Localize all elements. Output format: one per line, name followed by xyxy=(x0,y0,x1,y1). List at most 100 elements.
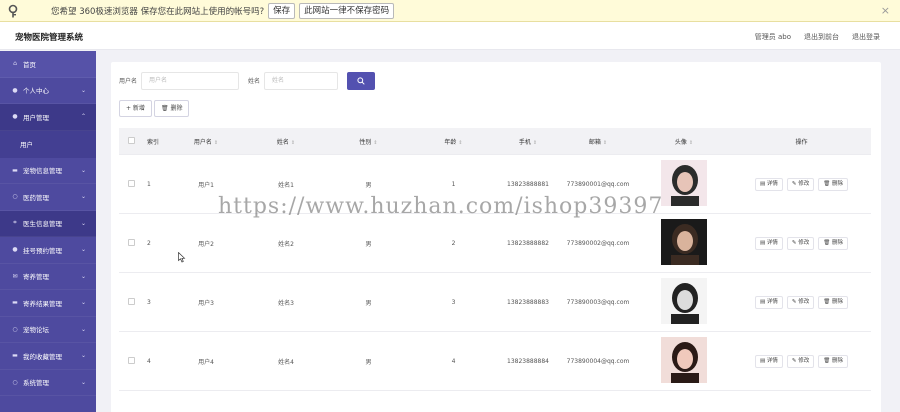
sidebar-item-doctors[interactable]: ⌗ 医生信息管理 ⌄ xyxy=(0,210,96,237)
row-index: 2 xyxy=(147,239,151,247)
header-label: 手机 xyxy=(518,138,531,146)
watermark-text: https://www.huzhan.com/ishop39397 xyxy=(218,194,664,219)
table-row: 2 用户2 姓名2 男 2 13823888882 773890002@qq.c… xyxy=(119,214,871,273)
header-email[interactable]: 邮箱 ⇕ xyxy=(560,137,636,146)
delete-row-button[interactable]: 🗑 删除 xyxy=(818,177,849,191)
add-button[interactable]: + 新增 xyxy=(119,100,152,117)
to-frontend-link[interactable]: 退出到前台 xyxy=(804,32,839,42)
username-search-input[interactable]: 用户名 xyxy=(141,71,240,90)
header-phone[interactable]: 手机 ⇕ xyxy=(496,137,560,146)
row-username: 用户2 xyxy=(198,240,214,248)
row-checkbox[interactable] xyxy=(119,238,143,248)
sort-icon: ⇕ xyxy=(532,139,538,146)
circle-icon: ○ xyxy=(12,378,18,386)
delete-row-button[interactable]: 🗑 删除 xyxy=(818,236,849,250)
edit-button[interactable]: ✎ 修改 xyxy=(786,177,815,191)
chevron-down-icon: ⌄ xyxy=(80,193,86,200)
header-name[interactable]: 姓名 ⇕ xyxy=(246,137,326,146)
sidebar-item-medicine[interactable]: ○ 医药管理 ⌄ xyxy=(0,184,96,211)
row-avatar xyxy=(636,337,732,385)
detail-button[interactable]: ▤ 详情 xyxy=(754,354,783,368)
person-icon: ● xyxy=(12,113,18,121)
sidebar-item-label: 医药管理 xyxy=(23,193,49,202)
sidebar-item-profile[interactable]: ● 个人中心 ⌄ xyxy=(0,78,96,104)
logout-link[interactable]: 退出登录 xyxy=(852,32,880,42)
header-sex[interactable]: 性别 ⇕ xyxy=(326,137,411,146)
sidebar-item-system[interactable]: ○ 系统管理 ⌄ xyxy=(0,370,96,396)
delete-row-button[interactable]: 🗑 删除 xyxy=(818,354,849,368)
row-checkbox[interactable] xyxy=(119,297,143,307)
row-avatar xyxy=(636,278,732,326)
sort-icon: ⇕ xyxy=(290,139,296,146)
edit-label: 修改 xyxy=(798,239,810,246)
avatar xyxy=(661,337,707,383)
chevron-up-icon: ⌃ xyxy=(80,113,86,120)
edit-button[interactable]: ✎ 修改 xyxy=(786,236,815,250)
edit-button[interactable]: ✎ 修改 xyxy=(786,354,815,368)
sidebar-item-label: 个人中心 xyxy=(23,87,49,96)
sidebar-item-home[interactable]: ⌂ 首页 xyxy=(0,51,96,78)
detail-button[interactable]: ▤ 详情 xyxy=(754,236,783,250)
trash-icon: 🗑 xyxy=(823,298,831,305)
sidebar-item-favorites[interactable]: ▬ 我的收藏管理 ⌄ xyxy=(0,343,96,370)
row-name: 姓名2 xyxy=(278,240,294,248)
save-password-button[interactable]: 保存 xyxy=(268,2,296,19)
row-age: 1 xyxy=(451,180,456,188)
header-age[interactable]: 年龄 ⇕ xyxy=(411,137,496,146)
sidebar-item-label: 系统管理 xyxy=(23,379,49,388)
close-icon[interactable]: × xyxy=(881,4,890,17)
header-avatar[interactable]: 头像 ⇕ xyxy=(636,137,732,146)
detail-label: 详情 xyxy=(766,180,778,187)
sidebar-item-label: 挂号预约管理 xyxy=(23,246,62,255)
edit-button[interactable]: ✎ 修改 xyxy=(786,295,815,309)
row-sex: 男 xyxy=(365,181,372,189)
avatar xyxy=(661,278,707,324)
main-card: 用户名 用户名 姓名 姓名 + 新增 🗑 删除 索引 用户名 ⇕ 姓名 ⇕ 性别… xyxy=(111,62,881,412)
row-avatar xyxy=(636,219,732,267)
detail-icon: ▤ xyxy=(759,180,766,187)
sidebar-item-boarding-results[interactable]: ▬ 寄养结果管理 ⌄ xyxy=(0,290,96,317)
row-checkbox[interactable] xyxy=(119,356,143,366)
detail-icon: ▤ xyxy=(759,239,766,246)
row-index: 3 xyxy=(147,298,151,306)
row-age: 3 xyxy=(451,298,456,306)
row-checkbox[interactable] xyxy=(119,179,143,189)
current-user[interactable]: 管理员 abo xyxy=(755,32,791,42)
save-password-message: 您希望 360极速浏览器 保存您在此网站上使用的帐号吗? xyxy=(51,6,265,17)
detail-button[interactable]: ▤ 详情 xyxy=(754,177,783,191)
header-label: 性别 xyxy=(359,138,372,146)
sidebar-item-label: 寄养结果管理 xyxy=(23,299,62,308)
circle-icon: ○ xyxy=(12,193,18,201)
row-age: 4 xyxy=(451,357,456,365)
mouse-cursor-icon xyxy=(178,252,186,263)
home-icon: ⌂ xyxy=(13,60,17,68)
detail-label: 详情 xyxy=(766,357,778,364)
detail-label: 详情 xyxy=(766,298,778,305)
row-email: 773890003@qq.com xyxy=(566,298,630,306)
delete-row-button[interactable]: 🗑 删除 xyxy=(818,295,849,309)
sidebar-item-boarding[interactable]: ✉ 寄养管理 ⌄ xyxy=(0,264,96,290)
sidebar-item-pets[interactable]: ▬ 宠物信息管理 ⌄ xyxy=(0,158,96,184)
header-label: 邮箱 xyxy=(588,138,601,146)
header-username[interactable]: 用户名 ⇕ xyxy=(166,137,246,146)
edit-label: 修改 xyxy=(798,357,810,364)
row-username: 用户4 xyxy=(198,358,214,366)
sidebar-item-forum[interactable]: ○ 宠物论坛 ⌄ xyxy=(0,317,96,343)
row-actions: ▤ 详情 ✎ 修改 🗑 删除 xyxy=(732,295,871,309)
sidebar-item-users[interactable]: ● 用户管理 ⌃ xyxy=(0,104,96,131)
sidebar-item-appointments[interactable]: ● 挂号预约管理 ⌄ xyxy=(0,237,96,264)
chevron-down-icon: ⌄ xyxy=(80,325,86,333)
detail-button[interactable]: ▤ 详情 xyxy=(754,295,783,309)
edit-icon: ✎ xyxy=(791,298,797,305)
search-button[interactable] xyxy=(347,71,376,90)
name-search-input[interactable]: 姓名 xyxy=(264,71,339,90)
sidebar-subitem-user[interactable]: 用户 xyxy=(0,130,96,158)
delete-button[interactable]: 🗑 删除 xyxy=(153,100,190,117)
sidebar-item-label: 医生信息管理 xyxy=(23,220,62,229)
chevron-down-icon: ⌄ xyxy=(80,246,86,253)
trash-icon: 🗑 xyxy=(823,357,831,364)
never-save-button[interactable]: 此网站一律不保存密码 xyxy=(299,2,395,19)
sort-icon: ⇕ xyxy=(688,139,694,146)
select-all-checkbox[interactable] xyxy=(119,136,143,146)
sort-icon: ⇕ xyxy=(602,139,608,146)
